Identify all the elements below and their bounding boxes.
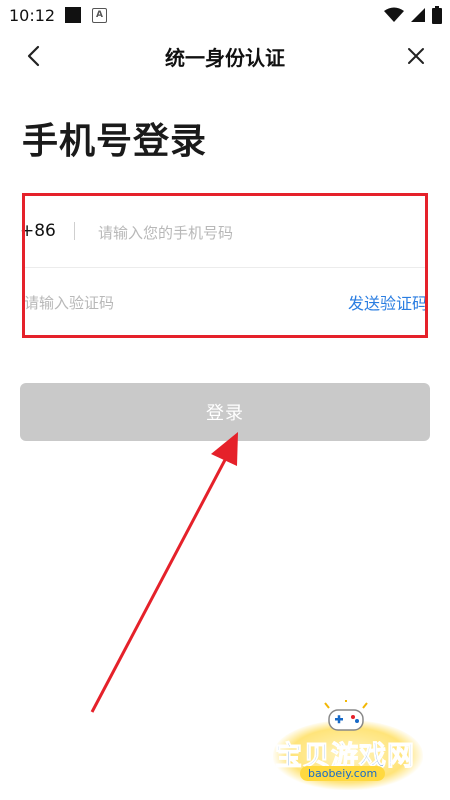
status-icons xyxy=(384,6,442,24)
status-time: 10:12 xyxy=(9,6,56,25)
close-button[interactable] xyxy=(402,42,430,70)
battery-icon xyxy=(432,6,442,24)
notification-square-icon xyxy=(65,7,81,23)
login-button[interactable]: 登录 xyxy=(20,383,430,441)
wifi-icon xyxy=(384,7,404,22)
highlight-box xyxy=(22,193,428,338)
gamepad-icon xyxy=(324,700,368,731)
watermark-url: baobeiy.com xyxy=(300,766,386,781)
watermark: 宝贝游戏网 baobeiy.com xyxy=(265,700,435,795)
cellular-signal-icon xyxy=(411,8,425,22)
nav-title: 统一身份认证 xyxy=(165,46,285,70)
status-bar: 10:12 A xyxy=(0,0,450,32)
page-title: 手机号登录 xyxy=(22,121,208,162)
nav-bar: 统一身份认证 xyxy=(0,32,450,80)
close-icon xyxy=(408,48,424,64)
accessibility-a-icon: A xyxy=(92,8,107,23)
